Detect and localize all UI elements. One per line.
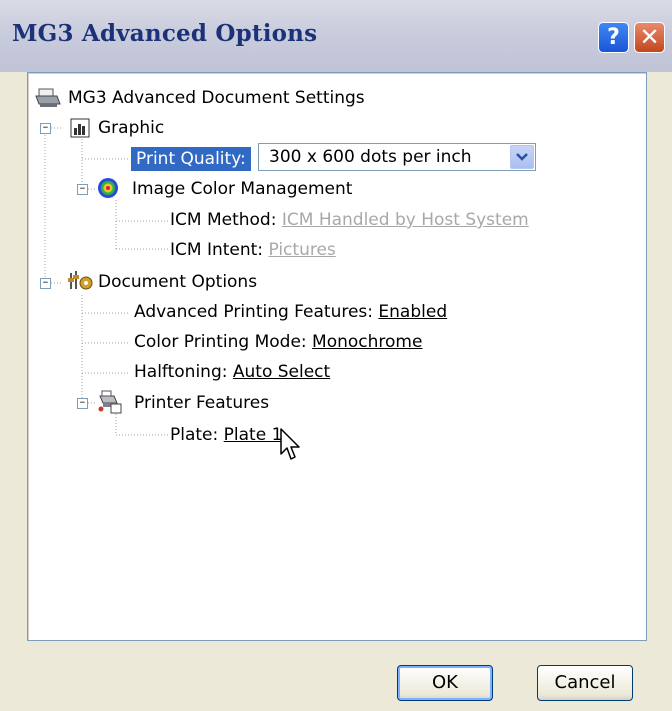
color-mode-value[interactable]: Monochrome	[312, 332, 422, 352]
cancel-button[interactable]: Cancel	[537, 665, 633, 701]
graphic-label[interactable]: Graphic	[98, 117, 164, 139]
printer-features-label[interactable]: Printer Features	[134, 392, 269, 414]
chart-icon	[70, 118, 90, 142]
color-target-icon	[97, 177, 119, 203]
doc-options-label[interactable]: Document Options	[98, 271, 257, 293]
document-options-icon	[68, 270, 94, 296]
title-bar: MG3 Advanced Options ? ✕	[0, 0, 672, 72]
icm-intent-row[interactable]: ICM Intent: Pictures	[170, 239, 336, 261]
color-mode-label: Color Printing Mode:	[134, 332, 307, 352]
icm-method-value[interactable]: ICM Handled by Host System	[282, 210, 529, 230]
window-title: MG3 Advanced Options	[12, 20, 318, 47]
mouse-cursor-icon	[280, 428, 302, 466]
icm-method-label: ICM Method:	[170, 210, 277, 230]
collapse-doc-options-toggle[interactable]: −	[40, 278, 51, 289]
printer-features-icon	[97, 390, 123, 418]
halftoning-value[interactable]: Auto Select	[233, 362, 330, 382]
halftoning-row[interactable]: Halftoning: Auto Select	[134, 361, 330, 383]
close-button[interactable]: ✕	[634, 22, 665, 53]
icm-intent-label: ICM Intent:	[170, 240, 264, 260]
halftoning-label: Halftoning:	[134, 362, 228, 382]
collapse-icm-toggle[interactable]: −	[77, 184, 88, 195]
print-quality-select[interactable]: 300 x 600 dots per inch	[258, 143, 536, 171]
chevron-down-icon	[516, 153, 528, 161]
plate-row[interactable]: Plate: Plate 1	[170, 424, 282, 446]
adv-printing-row[interactable]: Advanced Printing Features: Enabled	[134, 301, 447, 323]
plate-label: Plate:	[170, 425, 219, 445]
printer-icon	[35, 87, 61, 113]
plate-value[interactable]: Plate 1	[224, 425, 283, 445]
collapse-printer-features-toggle[interactable]: −	[77, 398, 88, 409]
color-mode-row[interactable]: Color Printing Mode: Monochrome	[134, 331, 422, 353]
adv-printing-label: Advanced Printing Features:	[134, 302, 373, 322]
icm-intent-value[interactable]: Pictures	[268, 240, 335, 260]
collapse-graphic-toggle[interactable]: −	[40, 123, 51, 134]
print-quality-label[interactable]: Print Quality:	[131, 147, 251, 171]
icm-label[interactable]: Image Color Management	[132, 178, 352, 200]
print-quality-value: 300 x 600 dots per inch	[269, 147, 472, 167]
icm-method-row[interactable]: ICM Method: ICM Handled by Host System	[170, 209, 529, 231]
adv-printing-value[interactable]: Enabled	[378, 302, 447, 322]
ok-button[interactable]: OK	[397, 665, 493, 701]
dropdown-arrow-button[interactable]	[510, 145, 534, 169]
root-settings-label: MG3 Advanced Document Settings	[68, 88, 365, 108]
help-button[interactable]: ?	[598, 22, 629, 53]
